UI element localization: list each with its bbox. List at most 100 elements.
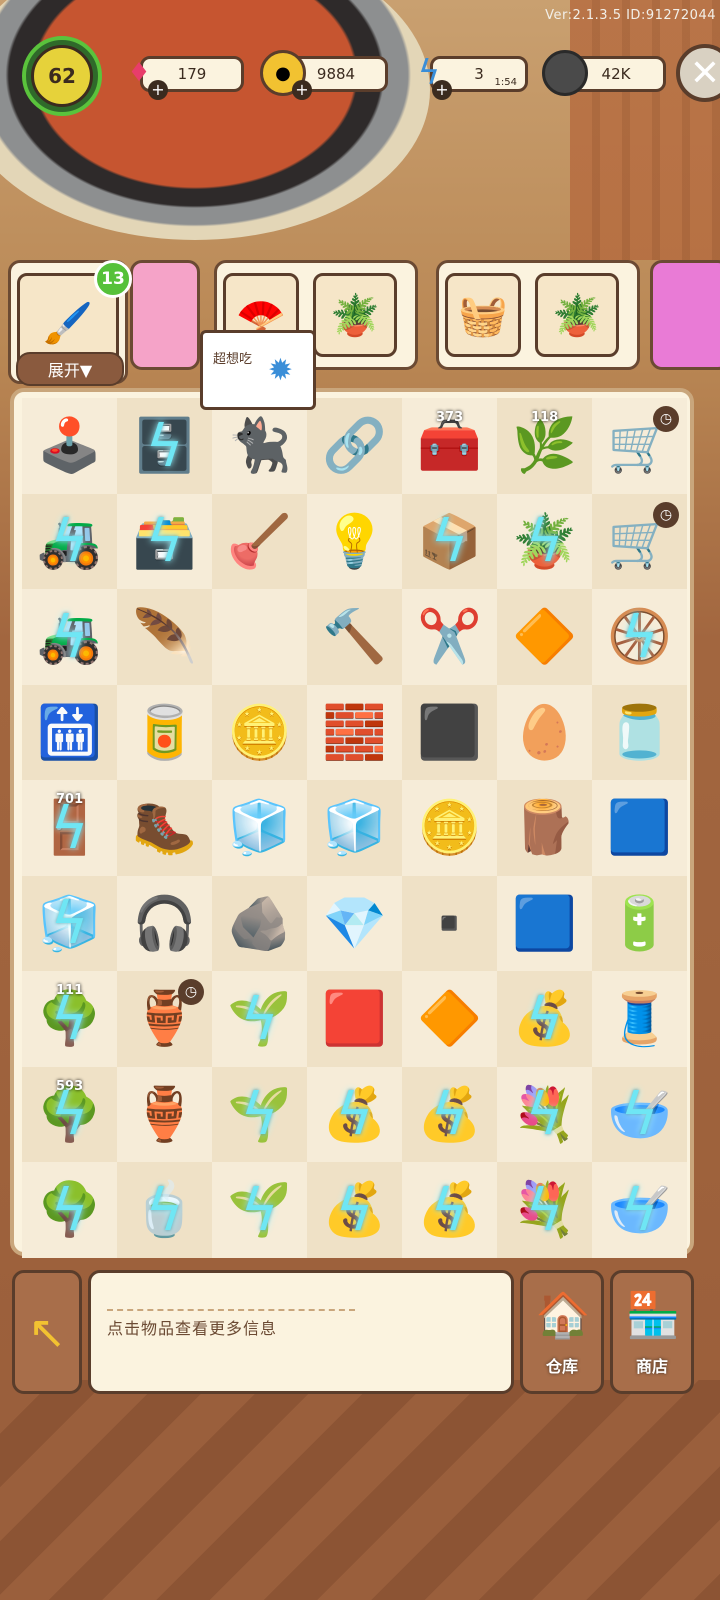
- board-cell[interactable]: 🧰 373: [402, 398, 497, 494]
- board-cell[interactable]: 🛒 ◷: [592, 493, 687, 589]
- board-cell[interactable]: 🔋: [592, 875, 687, 971]
- board-cell[interactable]: 📦: [402, 493, 497, 589]
- order-card-pink[interactable]: [130, 260, 200, 370]
- board-cell[interactable]: 💰: [402, 1162, 497, 1258]
- board-grid: 🕹️ 🗄️ 🐈‍⬛ 🔗🧰373🌿118🛒◷ 🚜 🗃️ 🪠 💡 📦 🪴🛒◷ 🚜 🪶 🔨 ✂️ 🔶 🛞 🛗 🥫 🪙 🧱 ⬛ 🥚…: [22, 398, 687, 1258]
- board-cell[interactable]: 🏺: [117, 1066, 212, 1162]
- cat-counter: 118: [531, 410, 559, 425]
- board-cell[interactable]: 🗃️: [117, 493, 212, 589]
- shop-button[interactable]: 🏪 商店: [610, 1270, 694, 1394]
- board-cell[interactable]: 🐈‍⬛: [212, 398, 307, 494]
- board-cell[interactable]: 🧊: [307, 780, 402, 876]
- board-cell[interactable]: 🥫: [117, 684, 212, 780]
- board-cell[interactable]: 🪙: [402, 780, 497, 876]
- back-button[interactable]: ↖: [12, 1270, 82, 1394]
- board-cell[interactable]: 🪠: [212, 493, 307, 589]
- shop-label: 商店: [635, 1357, 668, 1376]
- board-cell[interactable]: 🟥: [307, 971, 402, 1067]
- add-energy-button[interactable]: +: [432, 80, 452, 100]
- board-cell[interactable]: 🧊: [212, 780, 307, 876]
- board-cell[interactable]: 🚜: [22, 589, 117, 685]
- item-icon: 💡: [322, 511, 387, 572]
- board-cell[interactable]: ▪️: [402, 875, 497, 971]
- board-cell[interactable]: 🌿 118: [497, 398, 592, 494]
- board-cell[interactable]: 🛗: [22, 684, 117, 780]
- board-cell[interactable]: 🧵: [592, 971, 687, 1067]
- board-cell[interactable]: 🟦: [592, 780, 687, 876]
- board-cell[interactable]: 🥾: [117, 780, 212, 876]
- energy-timer: 1:54: [494, 77, 517, 88]
- item-icon: 🪠: [227, 511, 292, 572]
- item-icon: 🌱: [227, 1180, 292, 1241]
- board-cell[interactable]: 🚜: [22, 493, 117, 589]
- item-icon: 🏺: [132, 1084, 197, 1145]
- item-icon: 🥚: [512, 702, 577, 763]
- board-cell[interactable]: 🥚: [497, 684, 592, 780]
- item-icon: 🔋: [607, 893, 672, 954]
- board-cell[interactable]: 🪵: [497, 780, 592, 876]
- board-cell[interactable]: 💰: [307, 1066, 402, 1162]
- board-cell[interactable]: 🎧: [117, 875, 212, 971]
- order-card-2[interactable]: 🧺 🪴: [436, 260, 640, 370]
- board-cell[interactable]: 💰: [307, 1162, 402, 1258]
- board-cell[interactable]: [212, 589, 307, 685]
- board-cell[interactable]: 🌳: [22, 1162, 117, 1258]
- board-cell[interactable]: 🌳 593: [22, 1066, 117, 1162]
- board-cell[interactable]: 💰: [402, 1066, 497, 1162]
- sunflower-seed-icon: [542, 50, 588, 96]
- board-cell[interactable]: 🧊: [22, 875, 117, 971]
- add-gems-button[interactable]: +: [148, 80, 168, 100]
- item-icon: 💰: [322, 1084, 387, 1145]
- floor-background: [0, 1380, 720, 1600]
- board-cell[interactable]: 🌱: [212, 1162, 307, 1258]
- board-cell[interactable]: 🏺 ◷: [117, 971, 212, 1067]
- board-cell[interactable]: 🌱: [212, 1066, 307, 1162]
- board-cell[interactable]: 🪙: [212, 684, 307, 780]
- item-icon: 🧊: [37, 893, 102, 954]
- board-cell[interactable]: 🍵: [117, 1162, 212, 1258]
- game-scene: Ver:2.1.3.5 ID:91272044 62 179 ♦ + 9884 …: [0, 0, 720, 1600]
- board-cell[interactable]: 🔶: [497, 589, 592, 685]
- board-cell[interactable]: 🟦: [497, 875, 592, 971]
- board-cell[interactable]: 🛞: [592, 589, 687, 685]
- level-badge[interactable]: 62: [22, 36, 102, 116]
- board-cell[interactable]: 🪴: [497, 493, 592, 589]
- board-cell[interactable]: 💐: [497, 1162, 592, 1258]
- item-icon: 💎: [322, 893, 387, 954]
- clock-icon: ◷: [178, 979, 204, 1005]
- board-cell[interactable]: 🛒 ◷: [592, 398, 687, 494]
- board-cell[interactable]: ⬛: [402, 684, 497, 780]
- board-cell[interactable]: 🥣: [592, 1162, 687, 1258]
- info-text: 点击物品查看更多信息: [107, 1319, 278, 1338]
- board-cell[interactable]: 🪨: [212, 875, 307, 971]
- board-cell[interactable]: 🔗: [307, 398, 402, 494]
- item-icon: 🎧: [132, 893, 197, 954]
- item-icon: 💐: [512, 1180, 577, 1241]
- board-cell[interactable]: 💰: [497, 971, 592, 1067]
- item-icon: 🌱: [227, 989, 292, 1050]
- board-cell[interactable]: 🌳 111: [22, 971, 117, 1067]
- energy-value: 3: [474, 65, 484, 83]
- board-cell[interactable]: 🌱: [212, 971, 307, 1067]
- board-cell[interactable]: 🔶: [402, 971, 497, 1067]
- board-cell[interactable]: 🧱: [307, 684, 402, 780]
- bubble-text: 超想吃: [213, 352, 253, 367]
- board-cell[interactable]: 💡: [307, 493, 402, 589]
- board-cell[interactable]: 🕹️: [22, 398, 117, 494]
- board-cell[interactable]: 💎: [307, 875, 402, 971]
- board-cell[interactable]: 🪶: [117, 589, 212, 685]
- item-icon: 🌳: [37, 989, 102, 1050]
- item-icon: 🐈‍⬛: [227, 416, 292, 477]
- shop-icon: 🏪: [625, 1290, 681, 1341]
- board-cell[interactable]: 🫙: [592, 684, 687, 780]
- expand-button[interactable]: 展开▼: [16, 352, 124, 386]
- board-cell[interactable]: 💐: [497, 1066, 592, 1162]
- warehouse-button[interactable]: 🏠 仓库: [520, 1270, 604, 1394]
- board-cell[interactable]: ✂️: [402, 589, 497, 685]
- board-cell[interactable]: 🚪 701: [22, 780, 117, 876]
- piggy-bank-card[interactable]: [650, 260, 720, 370]
- board-cell[interactable]: 🥣: [592, 1066, 687, 1162]
- board-cell[interactable]: 🗄️: [117, 398, 212, 494]
- board-cell[interactable]: 🔨: [307, 589, 402, 685]
- add-coins-button[interactable]: +: [292, 80, 312, 100]
